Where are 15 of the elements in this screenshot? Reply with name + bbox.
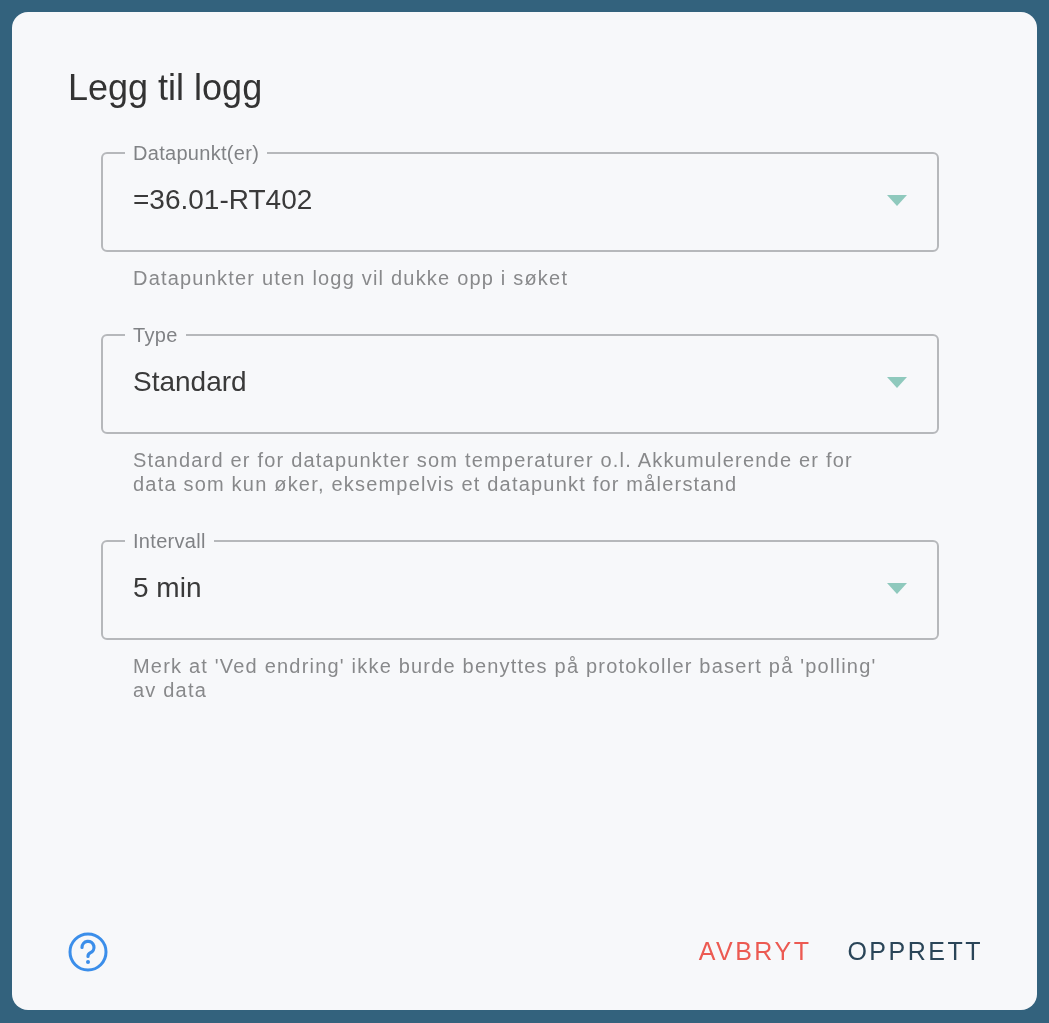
dropdown-caret-icon xyxy=(887,376,907,388)
field-label: Intervall xyxy=(132,529,207,553)
confirm-button[interactable]: OPPRETT xyxy=(843,931,987,972)
helper-text: Merk at 'Ved endring' ikke burde benyttes på protokoller basert på 'polling' av data xyxy=(133,653,878,702)
select-value: 5 min xyxy=(133,572,202,605)
help-icon[interactable] xyxy=(68,931,108,972)
select-value: Standard xyxy=(133,366,247,399)
helper-text: Datapunkter uten logg vil dukke opp i søket xyxy=(133,265,570,290)
select-value: =36.01-RT402 xyxy=(133,184,313,217)
field-label: Type xyxy=(132,323,179,347)
dialog-title: Legg til logg xyxy=(68,68,264,108)
dropdown-caret-icon xyxy=(887,194,907,206)
dropdown-caret-icon xyxy=(887,582,907,594)
field-label: Datapunkt(er) xyxy=(132,141,261,165)
helper-text: Standard er for datapunkter som temperaturer o.l. Akkumulerende er for data som kun øker, eksempelvis et datapunkt for målerstand xyxy=(133,447,854,496)
